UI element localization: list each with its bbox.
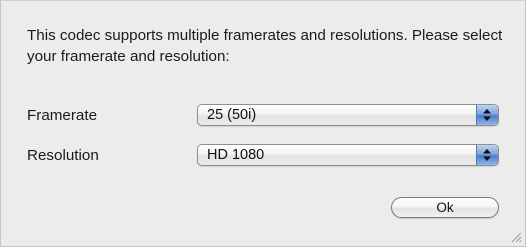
codec-settings-dialog: This codec supports multiple framerates …: [0, 0, 526, 247]
up-down-arrows-icon: [476, 145, 498, 165]
framerate-selected-value: 25 (50i): [207, 107, 257, 123]
framerate-select[interactable]: 25 (50i): [197, 104, 499, 126]
ok-button[interactable]: Ok: [391, 197, 499, 218]
up-down-arrows-icon: [476, 105, 498, 125]
dialog-message: This codec supports multiple framerates …: [27, 27, 503, 65]
framerate-label: Framerate: [27, 107, 98, 124]
resize-grip-icon[interactable]: [510, 231, 522, 243]
resolution-selected-value: HD 1080: [207, 147, 265, 163]
resolution-select[interactable]: HD 1080: [197, 144, 499, 166]
resolution-label: Resolution: [27, 147, 99, 164]
